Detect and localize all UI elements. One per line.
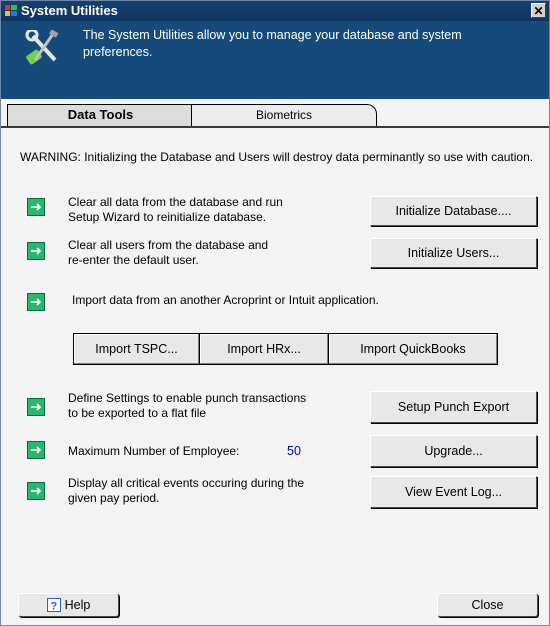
arrow-icon [27,398,45,416]
init-db-description: Clear all data from the database and run… [68,195,283,225]
punch-export-line2: to be exported to a flat file [68,406,207,420]
arrow-icon [27,482,45,500]
tab-data-tools[interactable]: Data Tools [7,104,194,126]
punch-export-line1: Define Settings to enable punch transact… [68,391,307,405]
init-users-line1: Clear all users from the database and [68,238,269,252]
event-log-line1: Display all critical events occuring dur… [68,476,305,490]
help-icon: ? [46,597,61,613]
setup-punch-export-button[interactable]: Setup Punch Export [370,391,537,423]
help-label: Help [64,598,91,612]
import-description: Import data from an another Acroprint or… [72,293,379,307]
svg-text:?: ? [50,601,57,613]
import-tspc-button[interactable]: Import TSPC... [73,333,200,365]
header-banner: The System Utilities allow you to manage… [1,21,549,99]
arrow-icon [27,441,45,459]
initialize-database-button[interactable]: Initialize Database.... [370,196,537,226]
arrow-icon [27,242,45,260]
warning-text: WARNING: Initializing the Database and U… [20,150,534,164]
close-button[interactable]: Close [437,593,538,617]
title-bar[interactable]: System Utilities ✕ [1,1,549,21]
arrow-icon [27,198,45,216]
event-log-description: Display all critical events occuring dur… [68,476,304,506]
window-title: System Utilities [21,3,118,18]
import-quickbooks-button[interactable]: Import QuickBooks [328,333,498,365]
arrow-icon [27,293,45,311]
help-button[interactable]: ? Help [18,593,119,617]
max-employee-value: 50 [287,444,301,458]
init-users-line2: re-enter the default user. [68,253,199,267]
tools-icon [23,28,63,66]
import-hrx-button[interactable]: Import HRx... [199,333,329,365]
init-db-line2: Setup Wizard to reinitialize database. [68,210,267,224]
upgrade-button[interactable]: Upgrade... [370,435,537,467]
punch-export-description: Define Settings to enable punch transact… [68,391,306,421]
close-window-button[interactable]: ✕ [531,3,546,18]
header-description: The System Utilities allow you to manage… [83,28,462,59]
view-event-log-button[interactable]: View Event Log... [370,476,537,508]
event-log-line2: given pay period. [68,491,160,505]
app-icon [5,5,17,16]
init-users-description: Clear all users from the database and re… [68,238,268,268]
initialize-users-button[interactable]: Initialize Users... [370,238,537,268]
init-db-line1: Clear all data from the database and run [68,195,283,209]
system-utilities-window: System Utilities ✕ The System Utilities … [0,0,550,626]
tab-divider [1,126,549,128]
tab-biometrics[interactable]: Biometrics [191,104,377,126]
max-employee-label: Maximum Number of Employee: [68,444,240,458]
